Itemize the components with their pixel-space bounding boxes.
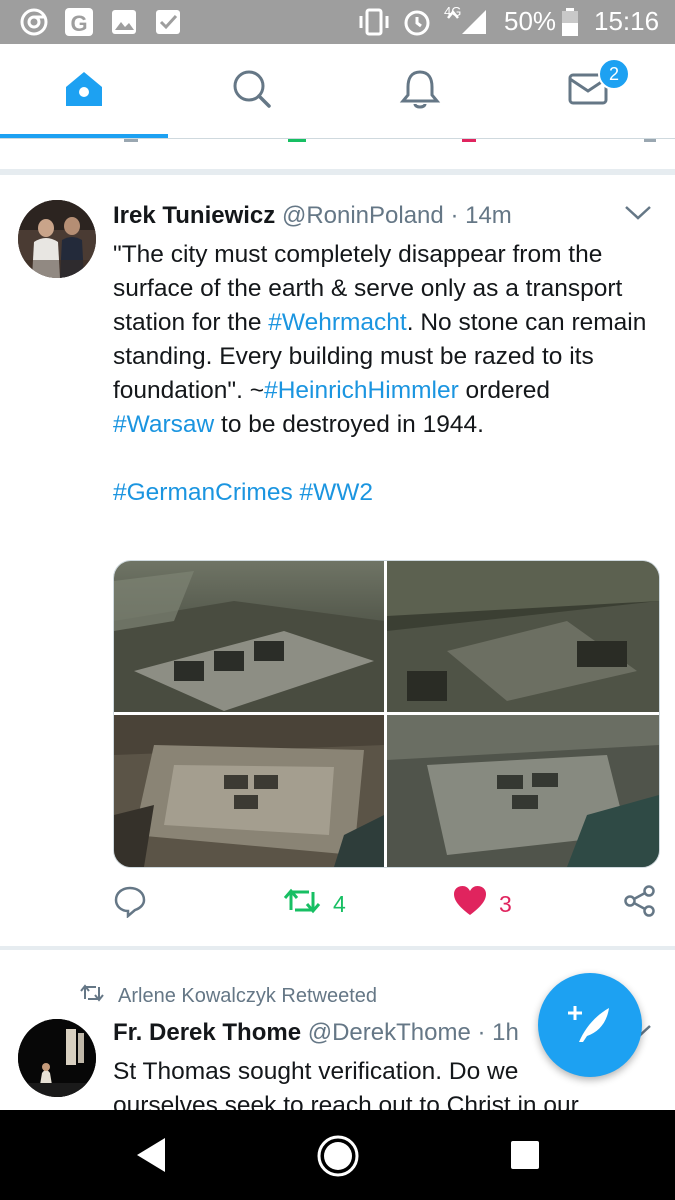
avatar[interactable] [18, 200, 96, 278]
google-icon: G [64, 8, 94, 36]
separator-dot: · [450, 202, 459, 229]
active-tab-indicator [0, 134, 168, 138]
retweet-icon [80, 983, 104, 1009]
photo-3[interactable] [114, 715, 384, 867]
photo-1[interactable] [114, 561, 384, 712]
tweet-text-part [293, 479, 300, 506]
divider [0, 169, 675, 175]
recents-icon[interactable] [510, 1140, 540, 1175]
hashtag-link[interactable]: #Wehrmacht [268, 309, 406, 336]
tweet-header: Fr. Derek Thome @DerekThome · 1h [113, 1019, 519, 1047]
messages-badge: 2 [598, 58, 630, 90]
author-name[interactable]: Irek Tuniewicz [113, 202, 275, 229]
photo-4[interactable] [387, 715, 659, 867]
chevron-down-icon[interactable] [623, 204, 653, 227]
back-icon[interactable] [134, 1136, 168, 1179]
author-name[interactable]: Fr. Derek Thome [113, 1019, 301, 1046]
retweet-icon [283, 886, 321, 922]
battery-icon [560, 8, 580, 36]
reply-button[interactable] [113, 884, 147, 924]
reply-icon [113, 884, 147, 924]
checkbox-icon [154, 8, 182, 36]
clock: 15:16 [594, 6, 660, 36]
chrome-icon [20, 8, 48, 36]
author-handle[interactable]: @RoninPoland [282, 202, 444, 229]
home-icon [62, 67, 106, 116]
tweet-time: 1h [492, 1019, 519, 1046]
image-icon [110, 8, 138, 36]
battery-percent: 50% [504, 6, 557, 36]
retweeted-by-label[interactable]: Arlene Kowalczyk Retweeted [118, 985, 377, 1008]
search-icon [231, 68, 273, 115]
avatar[interactable] [18, 1019, 96, 1097]
share-icon [623, 884, 657, 924]
hashtag-link[interactable]: #HeinrichHimmler [264, 377, 459, 404]
compose-feather-icon [565, 998, 615, 1053]
home-button-icon[interactable] [316, 1134, 360, 1183]
hashtag-link[interactable]: #WW2 [300, 479, 374, 506]
signal-icon [446, 8, 490, 36]
photo-grid [113, 560, 660, 868]
heart-icon [453, 885, 487, 923]
divider [0, 946, 675, 950]
alarm-icon [402, 8, 432, 36]
bell-icon [399, 67, 441, 116]
status-bar: G 4G 50% 15:16 [0, 0, 675, 44]
tweet-text-part: to be destroyed in 1944. [214, 411, 484, 438]
author-handle[interactable]: @DerekThome [308, 1019, 471, 1046]
like-count: 3 [499, 890, 512, 917]
tab-notifications[interactable] [336, 44, 504, 138]
tweet-time: 14m [465, 202, 512, 229]
previous-tweet-actions [0, 139, 675, 169]
like-button[interactable]: 3 [453, 884, 512, 924]
separator-dot: · [477, 1019, 486, 1046]
photo-2[interactable] [387, 561, 659, 712]
retweeted-by: Arlene Kowalczyk Retweeted [80, 983, 377, 1009]
tweet-header: Irek Tuniewicz @RoninPoland · 14m [113, 202, 512, 230]
svg-text:G: G [70, 11, 87, 36]
compose-tweet-button[interactable] [538, 973, 642, 1077]
hashtag-link[interactable]: #GermanCrimes [113, 479, 293, 506]
tab-search[interactable] [168, 44, 336, 138]
tweet-text-part: ordered [458, 377, 551, 404]
retweet-button[interactable]: 4 [283, 884, 346, 924]
tab-messages[interactable]: 2 [504, 44, 672, 138]
retweet-count: 4 [333, 890, 346, 917]
share-button[interactable] [623, 884, 657, 924]
tweet[interactable]: Irek Tuniewicz @RoninPoland · 14m "The c… [0, 176, 675, 946]
tweet-text: "The city must completely disappear from… [113, 238, 653, 510]
top-nav: 2 [0, 44, 675, 139]
tab-home[interactable] [0, 44, 168, 138]
vibrate-icon [356, 8, 392, 36]
hashtag-link[interactable]: #Warsaw [113, 411, 214, 438]
tweet-actions: 4 3 [113, 884, 658, 924]
android-navigation-bar [0, 1110, 675, 1200]
